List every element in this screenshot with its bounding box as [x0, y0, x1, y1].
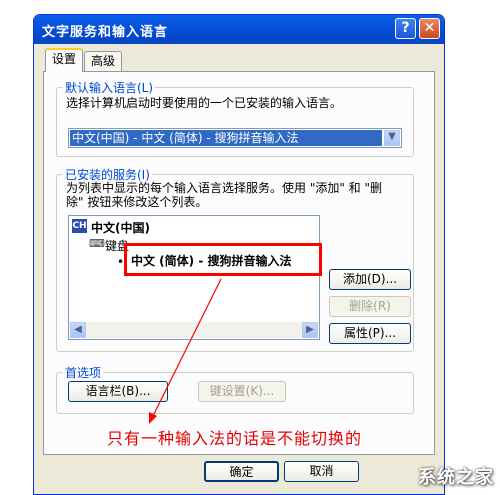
annotation-note: 只有一种输入法的话是不能切换的	[107, 429, 363, 448]
annotation-arrow	[149, 278, 222, 424]
tab-settings[interactable]: 设置	[45, 48, 84, 72]
site-watermark: 系统之家	[418, 467, 494, 488]
